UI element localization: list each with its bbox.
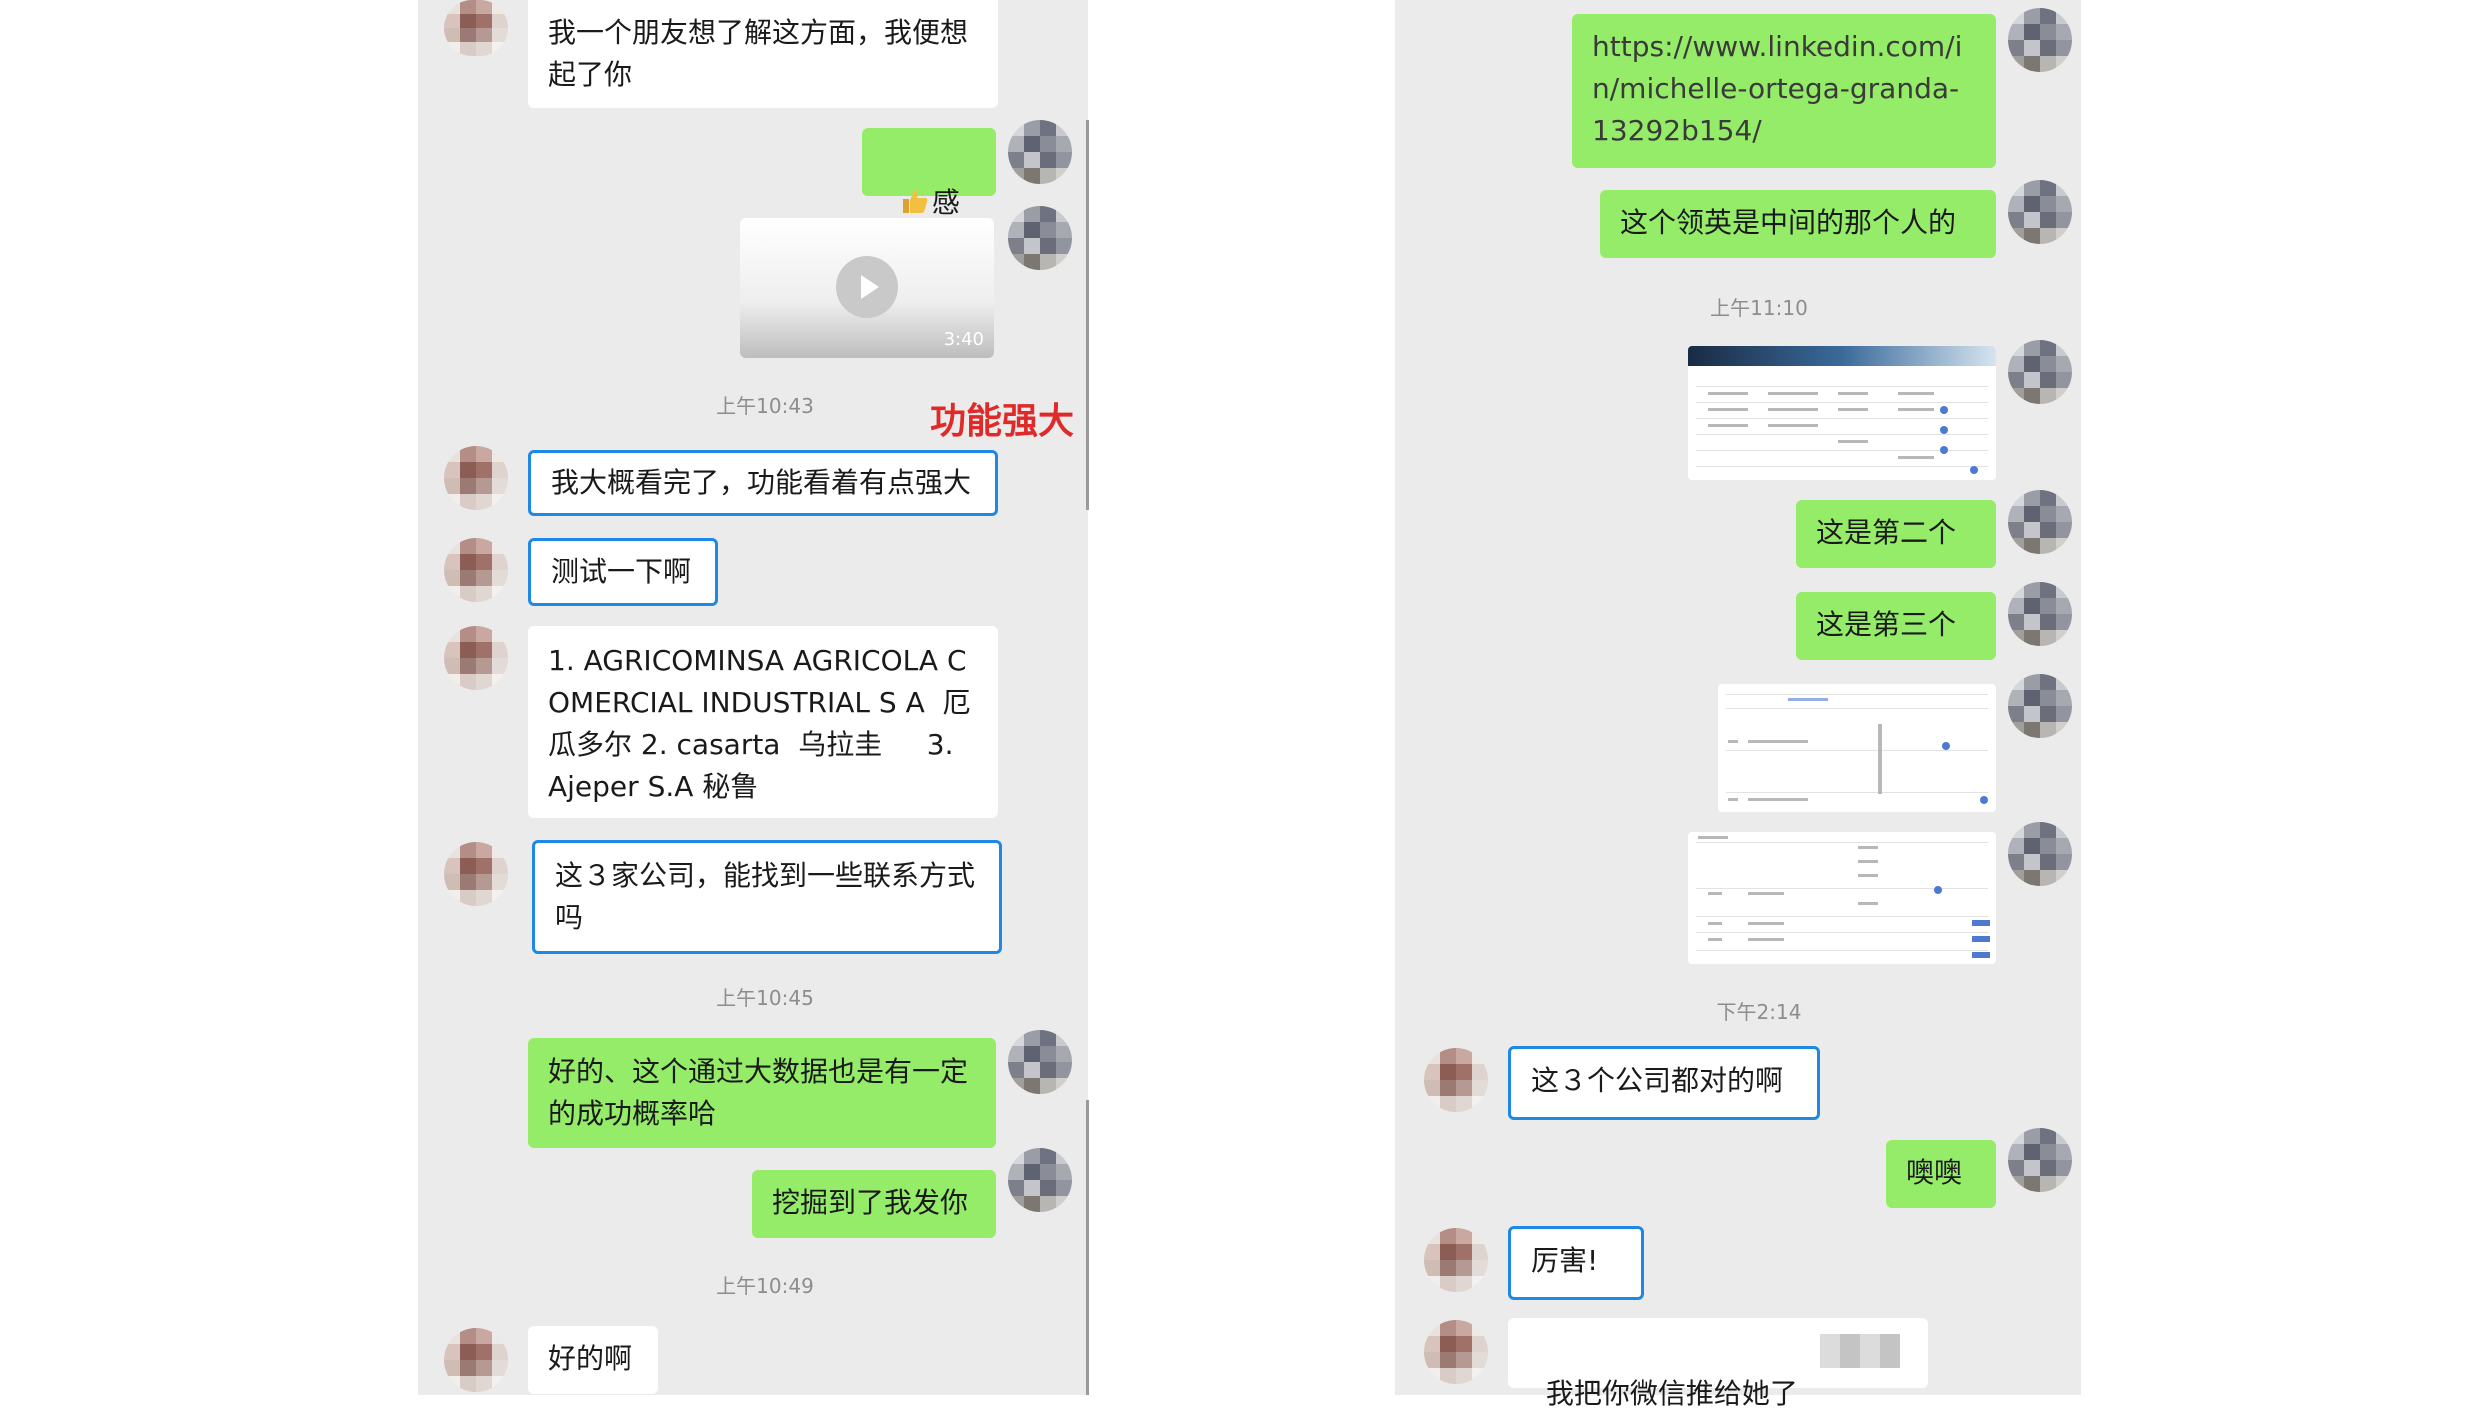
contact-avatar[interactable] bbox=[444, 1328, 508, 1392]
message-bubble[interactable]: 测试一下啊 bbox=[528, 538, 718, 606]
screenshot-image[interactable] bbox=[1688, 832, 1996, 964]
self-avatar[interactable] bbox=[2008, 180, 2072, 244]
annotation-label: 功能强大 bbox=[930, 401, 1075, 442]
self-avatar[interactable] bbox=[1008, 1030, 1072, 1094]
message-bubble[interactable]: 好的、这个通过大数据也是有一定的成功概率哈 bbox=[528, 1038, 996, 1148]
message-bubble[interactable]: 我一个朋友想了解这方面，我便想起了你 bbox=[528, 0, 998, 108]
message-bubble[interactable]: 好的啊 bbox=[528, 1326, 658, 1394]
message-bubble[interactable]: 这是第三个 bbox=[1796, 592, 1996, 660]
message-bubble[interactable]: 噢噢 bbox=[1886, 1140, 1996, 1208]
timestamp: 上午10:45 bbox=[716, 986, 814, 1010]
contact-avatar[interactable] bbox=[444, 842, 508, 906]
blurred-contact-name bbox=[1820, 1334, 1900, 1368]
message-bubble[interactable]: 这个领英是中间的那个人的 bbox=[1600, 190, 1996, 258]
self-avatar[interactable] bbox=[1008, 1148, 1072, 1212]
thumbs-up-icon bbox=[902, 189, 928, 213]
link-message[interactable]: https://www.linkedin.com/in/michelle-ort… bbox=[1572, 14, 1996, 168]
message-bubble[interactable]: 我大概看完了，功能看着有点强大 bbox=[528, 450, 998, 516]
self-avatar[interactable] bbox=[1008, 120, 1072, 184]
message-bubble[interactable]: 感谢 bbox=[862, 128, 996, 261]
self-avatar[interactable] bbox=[2008, 340, 2072, 404]
self-avatar[interactable] bbox=[1008, 206, 1072, 270]
timestamp: 下午2:14 bbox=[1716, 1000, 1802, 1024]
message-bubble[interactable]: 这是第二个 bbox=[1796, 500, 1996, 568]
message-bubble[interactable]: 1. AGRICOMINSA AGRICOLA COMERCIAL INDUST… bbox=[528, 626, 998, 818]
message-bubble[interactable]: 这３个公司都对的啊 bbox=[1508, 1046, 1820, 1120]
contact-avatar[interactable] bbox=[444, 538, 508, 602]
self-avatar[interactable] bbox=[2008, 1128, 2072, 1192]
contact-avatar[interactable] bbox=[1424, 1228, 1488, 1292]
timestamp: 上午10:43 bbox=[716, 394, 814, 418]
self-avatar[interactable] bbox=[2008, 674, 2072, 738]
timestamp: 上午10:49 bbox=[716, 1274, 814, 1298]
screenshot-image[interactable] bbox=[1718, 684, 1996, 812]
video-duration: 3:40 bbox=[943, 329, 984, 350]
screenshot-image[interactable] bbox=[1688, 346, 1996, 480]
self-avatar[interactable] bbox=[2008, 582, 2072, 646]
video-message[interactable]: 3:40 bbox=[740, 218, 994, 358]
scrollbar[interactable] bbox=[1086, 1100, 1089, 1395]
contact-avatar[interactable] bbox=[1424, 1048, 1488, 1112]
contact-avatar[interactable] bbox=[444, 0, 508, 56]
contact-avatar[interactable] bbox=[444, 446, 508, 510]
message-bubble[interactable]: 挖掘到了我发你 bbox=[752, 1170, 996, 1238]
self-avatar[interactable] bbox=[2008, 822, 2072, 886]
contact-avatar[interactable] bbox=[1424, 1320, 1488, 1384]
self-avatar[interactable] bbox=[2008, 8, 2072, 72]
timestamp: 上午11:10 bbox=[1710, 296, 1808, 320]
message-bubble[interactable]: 这３家公司，能找到一些联系方式吗 bbox=[532, 840, 1002, 954]
self-avatar[interactable] bbox=[2008, 490, 2072, 554]
contact-avatar[interactable] bbox=[444, 626, 508, 690]
message-bubble[interactable]: 厉害! bbox=[1508, 1226, 1644, 1300]
play-icon[interactable] bbox=[836, 256, 898, 318]
message-text: 我把你微信推给她了 bbox=[1545, 1377, 1798, 1410]
scrollbar[interactable] bbox=[1086, 120, 1089, 510]
